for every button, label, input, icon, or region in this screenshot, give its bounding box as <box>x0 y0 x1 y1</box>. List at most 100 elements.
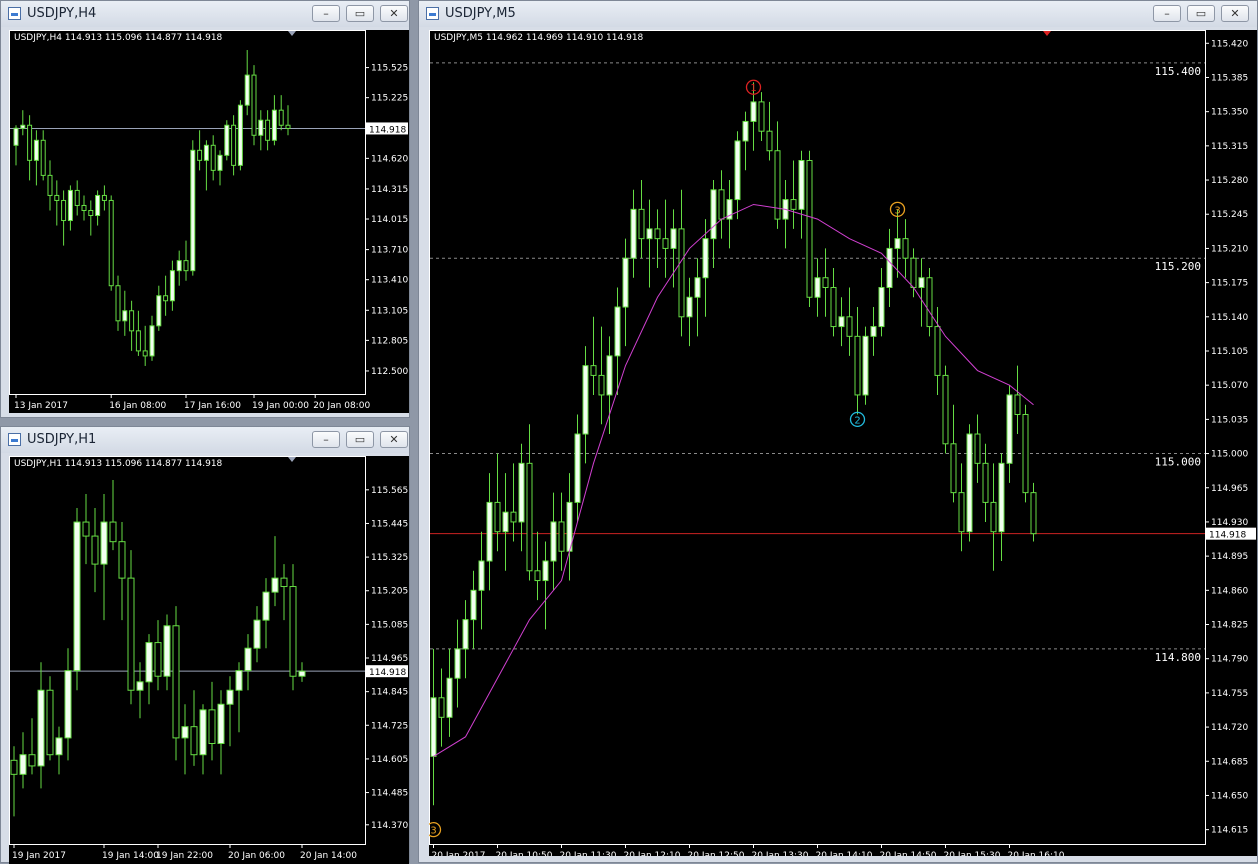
bear-candle <box>278 109 284 126</box>
bull-candle <box>55 737 63 756</box>
minimize-button[interactable]: – <box>1153 5 1181 22</box>
bull-candle <box>169 270 175 302</box>
y-tick-label: 115.350 <box>1211 108 1248 118</box>
bear-candle <box>54 194 60 201</box>
bear-candle <box>61 199 67 222</box>
chart-window-icon <box>8 433 21 446</box>
bull-candle <box>750 101 757 122</box>
wave-marker-label: 1 <box>750 83 756 94</box>
bull-candle <box>702 238 709 279</box>
bear-candle <box>115 285 121 322</box>
y-tick-label: 115.245 <box>1211 210 1248 220</box>
bear-candle <box>902 238 909 259</box>
restore-button[interactable]: ▭ <box>346 431 374 448</box>
y-tick-label: 115.085 <box>371 620 408 630</box>
minimize-button[interactable]: – <box>312 5 340 22</box>
bear-candle <box>210 144 216 171</box>
bull-candle <box>446 677 453 718</box>
window-titlebar[interactable]: USDJPY,H1 – ▭ ✕ <box>1 427 409 453</box>
bull-candle <box>163 625 171 677</box>
chart-window-m5[interactable]: USDJPY,M5 – ▭ ✕ 115.400 115.200 115.000 114… <box>418 0 1258 863</box>
price-level-label: 115.000 <box>1155 456 1201 469</box>
chart-area[interactable]: 115.400 115.200 115.000 114.800 1 2 3 3 115.420 1… <box>429 30 1257 856</box>
bull-candle <box>486 501 493 562</box>
bull-candle <box>37 689 45 767</box>
y-tick-label: 115.205 <box>371 587 408 597</box>
y-tick-label: 115.175 <box>1211 279 1248 289</box>
close-button[interactable]: ✕ <box>380 431 408 448</box>
y-tick-label: 113.105 <box>371 306 408 316</box>
bull-candle <box>237 104 243 166</box>
bull-candle <box>518 462 525 523</box>
bull-candle <box>886 247 893 288</box>
y-tick-label: 115.280 <box>1211 176 1248 186</box>
bull-candle <box>1006 394 1013 464</box>
y-tick-label: 115.105 <box>1211 347 1248 357</box>
bull-candle <box>894 238 901 249</box>
bear-candle <box>494 501 501 533</box>
bull-candle <box>798 160 805 210</box>
y-tick-label: 113.410 <box>371 276 408 286</box>
bull-candle <box>710 189 717 240</box>
bull-candle <box>998 462 1005 533</box>
bear-candle <box>91 535 99 565</box>
y-tick-label: 114.965 <box>1211 484 1248 494</box>
minimize-button[interactable]: – <box>312 431 340 448</box>
bear-candle <box>806 160 813 298</box>
chart-shift-marker <box>1043 31 1051 36</box>
close-button[interactable]: ✕ <box>380 5 408 22</box>
bull-candle <box>814 277 821 298</box>
chart-area[interactable]: 115.565 115.445 115.325 115.205 115.085 114.9… <box>9 456 409 864</box>
bull-candle <box>271 577 279 593</box>
plot-frame <box>429 30 1206 845</box>
window-titlebar[interactable]: USDJPY,M5 – ▭ ✕ <box>419 1 1257 27</box>
bear-candle <box>88 209 94 217</box>
bear-candle <box>154 642 162 677</box>
bull-candle <box>244 647 252 672</box>
bear-candle <box>990 501 997 533</box>
y-tick-label: 114.845 <box>371 688 408 698</box>
y-tick-label: 115.385 <box>1211 73 1248 83</box>
restore-button[interactable]: ▭ <box>1187 5 1215 22</box>
window-titlebar[interactable]: USDJPY,H4 – ▭ ✕ <box>1 1 409 27</box>
bull-candle <box>13 127 19 146</box>
bear-candle <box>982 462 989 503</box>
bull-candle <box>670 228 677 249</box>
bear-candle <box>285 124 291 129</box>
bull-candle <box>622 257 629 308</box>
x-tick-label: 13 Jan 2017 <box>14 401 68 411</box>
bear-candle <box>27 124 33 161</box>
y-tick-label: 114.015 <box>371 215 408 225</box>
bear-candle <box>10 759 18 775</box>
y-tick-label: 115.035 <box>1211 415 1248 425</box>
chart-info-text: USDJPY,H1 114.913 115.096 114.877 114.91… <box>14 459 223 469</box>
bear-candle <box>135 330 141 352</box>
restore-button[interactable]: ▭ <box>346 5 374 22</box>
bull-candle <box>862 335 869 396</box>
y-tick-label: 115.525 <box>371 64 408 74</box>
bear-candle <box>558 521 565 552</box>
bear-candle <box>1022 413 1029 494</box>
y-tick-label: 115.000 <box>1211 450 1248 460</box>
y-tick-label: 114.930 <box>1211 518 1248 528</box>
y-tick-label: 114.755 <box>1211 689 1248 699</box>
bear-candle <box>718 189 725 220</box>
chart-window-h1[interactable]: USDJPY,H1 – ▭ ✕ 115.565 115.445 115.325 115… <box>0 426 410 864</box>
bear-candle <box>108 199 114 287</box>
x-tick-label: 20 Jan 06:00 <box>228 851 285 861</box>
y-tick-label: 115.210 <box>1211 244 1248 254</box>
bear-candle <box>183 260 189 272</box>
x-tick-label: 16 Jan 08:00 <box>109 401 166 411</box>
price-level-label: 115.400 <box>1155 65 1201 78</box>
bear-candle <box>46 689 54 756</box>
close-button[interactable]: ✕ <box>1221 5 1249 22</box>
chart-area[interactable]: 115.525115.225114.920114.620114.315114.0… <box>9 30 409 413</box>
chart-shift-marker <box>288 457 296 462</box>
chart-window-h4[interactable]: USDJPY,H4 – ▭ ✕ 115.525115.225114.920114… <box>0 0 410 418</box>
bear-candle <box>190 726 198 756</box>
y-tick-label: 115.140 <box>1211 313 1248 323</box>
y-tick-label: 115.225 <box>371 94 408 104</box>
y-tick-label: 114.620 <box>371 154 408 164</box>
x-tick-label: 19 Jan 14:00 <box>102 851 159 861</box>
plot-frame <box>9 456 366 845</box>
